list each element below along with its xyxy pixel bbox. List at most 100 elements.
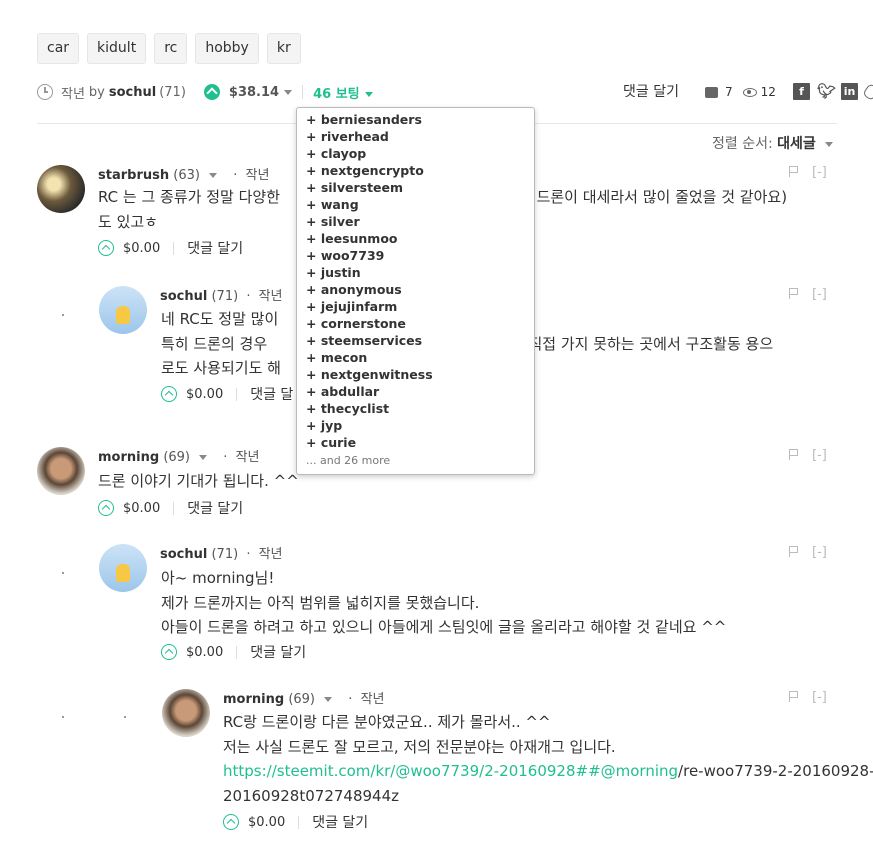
avatar[interactable] [162,689,210,737]
comment-flag-controls: [-] [789,545,827,560]
collapse-toggle[interactable]: [-] [812,690,827,705]
flag-icon[interactable] [789,449,798,460]
collapse-toggle[interactable]: [-] [812,448,827,463]
flag-icon[interactable] [789,546,798,557]
post-time: 작년 [61,86,85,102]
voters-more-label: ... and 26 more [306,454,391,467]
comment-line: 드론 이야기 기대가 됩니다. ^^ [98,472,299,490]
voter-item[interactable]: + leesunmoo [306,230,534,247]
comment-payout[interactable]: $0.00 [186,387,223,402]
comment-payout[interactable]: $0.00 [186,645,223,660]
twitter-icon[interactable]: 🐦︎ [817,83,836,100]
comment-author[interactable]: morning [98,450,159,465]
votes-dropdown-toggle[interactable]: 46 보팅 [313,83,373,102]
comment-footer: $0.00 댓글 달기 [161,642,306,662]
comment-time: 작년 [245,168,270,183]
post-reply-button[interactable]: 댓글 달기 [623,80,679,104]
voter-item[interactable]: + abdullar [306,383,534,400]
reply-button[interactable]: 댓글 달기 [187,498,243,518]
upvote-icon[interactable] [98,500,114,516]
divider [236,645,238,659]
post-author[interactable]: sochul [109,85,156,100]
voter-item[interactable]: + nextgenwitness [306,366,534,383]
collapse-toggle[interactable]: [-] [812,545,827,560]
comment-payout[interactable]: $0.00 [248,815,285,830]
voters-dropdown: + berniesanders + riverhead + clayop + n… [296,107,535,475]
comment-payout[interactable]: $0.00 [123,241,160,256]
voter-item[interactable]: + thecyclist [306,400,534,417]
voter-item[interactable]: + silver [306,213,534,230]
collapse-toggle[interactable]: [-] [812,287,827,302]
link-icon[interactable] [862,82,873,101]
thread-guide [62,716,64,718]
reply-button[interactable]: 댓글 달기 [250,642,306,662]
voter-item[interactable]: + cornerstone [306,315,534,332]
voter-item[interactable]: + curie [306,434,534,451]
voter-item[interactable]: + silversteem [306,179,534,196]
comment-header: morning (69) · 작년 [223,688,384,707]
comment-line: RC 는 그 종류가 정말 다양한 [98,188,280,206]
upvote-icon[interactable] [161,644,177,660]
voter-item[interactable]: + berniesanders [306,111,534,128]
comment-line: 아~ morning님! [161,569,275,587]
voter-item[interactable]: + woo7739 [306,247,534,264]
tag-kidult[interactable]: kidult [87,33,147,64]
comment-line: 특히 드론의 경우 [161,334,272,353]
post-meta-bar: 작년 by sochul (71) $38.14 46 보팅 댓글 달기 7 1… [37,80,873,104]
avatar[interactable] [37,165,85,213]
post-payout[interactable]: $38.14 [229,85,279,100]
comment-payout[interactable]: $0.00 [123,501,160,516]
sort-value: 대세글 [777,136,816,152]
thread-guide [62,572,64,574]
tag-rc[interactable]: rc [154,33,188,64]
comment-author[interactable]: sochul [160,289,207,304]
thread-guide [62,314,64,316]
voter-item[interactable]: + wang [306,196,534,213]
avatar[interactable] [99,286,147,334]
voter-item[interactable]: + clayop [306,145,534,162]
sort-control[interactable]: 정렬 순서: 대세글 [712,133,834,153]
comment-author[interactable]: starbrush [98,168,169,183]
tag-hobby[interactable]: hobby [195,33,259,64]
voter-item[interactable]: + nextgencrypto [306,162,534,179]
avatar[interactable] [99,544,147,592]
comments-icon[interactable] [705,86,718,98]
upvote-icon[interactable] [98,240,114,256]
voter-item[interactable]: + riverhead [306,128,534,145]
voter-item[interactable]: + anonymous [306,281,534,298]
payout-chevron-down-icon[interactable] [284,89,293,95]
sort-chevron-down-icon [825,141,834,147]
upvote-icon[interactable] [203,84,220,100]
tag-car[interactable]: car [37,33,80,64]
chevron-down-icon[interactable] [324,697,333,702]
avatar[interactable] [37,447,85,495]
clock-icon [37,84,53,100]
flag-icon[interactable] [789,166,798,177]
reply-button[interactable]: 댓글 달기 [187,238,243,258]
chevron-down-icon[interactable] [209,173,218,178]
upvote-icon[interactable] [161,386,177,402]
voter-item[interactable]: + steemservices [306,332,534,349]
comment-author[interactable]: sochul [160,547,207,562]
voter-item[interactable]: + mecon [306,349,534,366]
linkedin-icon[interactable]: in [841,83,858,100]
sort-label: 정렬 순서: [712,136,773,152]
comment-link[interactable]: https://steemit.com/kr/@woo7739/2-201609… [223,762,678,780]
flag-icon[interactable] [789,691,798,702]
reply-button[interactable]: 댓글 달 [250,384,293,404]
comment-author-reputation: (71) [211,289,239,304]
voter-item[interactable]: + justin [306,264,534,281]
voter-item[interactable]: + jyp [306,417,534,434]
tag-kr[interactable]: kr [266,33,301,64]
voter-item[interactable]: + jejujinfarm [306,298,534,315]
chevron-down-icon[interactable] [199,455,208,460]
upvote-icon[interactable] [223,814,239,830]
comment-header: morning (69) · 작년 [98,446,259,465]
reply-button[interactable]: 댓글 달기 [312,812,368,832]
comment-flag-controls: [-] [789,287,827,302]
comment-author[interactable]: morning [223,692,284,707]
collapse-toggle[interactable]: [-] [812,165,827,180]
flag-icon[interactable] [789,288,798,299]
comment-time: 작년 [235,450,260,465]
facebook-icon[interactable]: f [793,83,810,100]
